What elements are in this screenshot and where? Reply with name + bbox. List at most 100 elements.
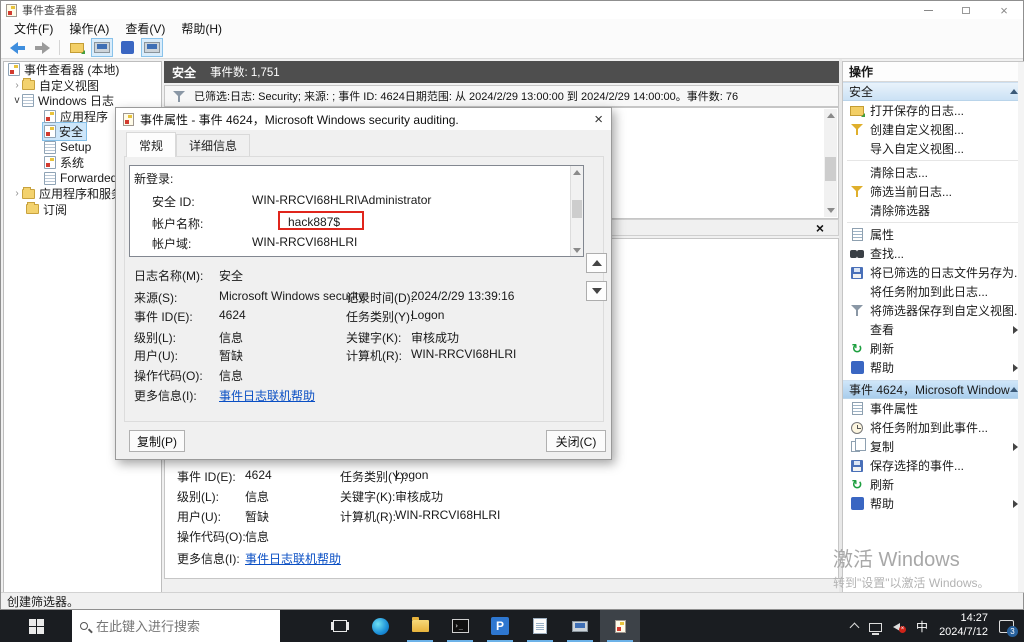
event-log-online-help-link[interactable]: 事件日志联机帮助 [219, 389, 315, 403]
edge-icon [372, 618, 389, 635]
actions-section-event-4624[interactable]: 事件 4624，Microsoft Windows se... [843, 380, 1024, 399]
action-find[interactable]: 查找... [843, 244, 1024, 263]
menu-bar: 文件(F) 操作(A) 查看(V) 帮助(H) [1, 19, 1023, 37]
action-view[interactable]: 查看 [843, 320, 1024, 339]
action-copy[interactable]: 复制 [843, 437, 1024, 456]
status-text: 创建筛选器。 [7, 593, 79, 610]
action-clear-log[interactable]: 清除日志... [843, 163, 1024, 182]
system-tool-button[interactable] [560, 610, 600, 642]
scrollbar-thumb[interactable] [825, 157, 836, 181]
next-event-button[interactable] [586, 281, 607, 301]
screen: 事件查看器 × 文件(F) 操作(A) 查看(V) 帮助(H) [0, 0, 1024, 642]
volume-muted-icon[interactable]: × [893, 621, 905, 631]
action-event-properties[interactable]: 事件属性 [843, 399, 1024, 418]
network-icon[interactable] [869, 623, 882, 632]
event-viewer-taskbar-button[interactable] [600, 610, 640, 642]
clock-task-icon [851, 422, 863, 434]
windows-logo-icon [29, 619, 44, 634]
show-console-tree-button[interactable] [91, 38, 113, 57]
action-clear-filter[interactable]: 清除筛选器 [843, 201, 1024, 220]
tree-item-custom-views[interactable]: › 自定义视图 [4, 78, 161, 94]
command-prompt-button[interactable]: ›_ [440, 610, 480, 642]
ime-indicator[interactable]: 中 [916, 618, 928, 635]
field-label: 级别(L): [177, 490, 219, 504]
minimize-button[interactable] [909, 1, 947, 19]
open-saved-log-button[interactable] [66, 38, 88, 57]
field-label: 帐户名称: [152, 215, 203, 232]
menu-file[interactable]: 文件(F) [7, 19, 60, 38]
field-label: 事件 ID(E): [177, 470, 236, 484]
action-pane-icon [144, 42, 160, 53]
forward-button[interactable] [31, 38, 53, 57]
previous-event-button[interactable] [586, 253, 607, 273]
action-import-custom-view[interactable]: 导入自定义视图... [843, 139, 1024, 158]
menu-action[interactable]: 操作(A) [62, 19, 116, 38]
help-toolbar-button[interactable] [116, 38, 138, 57]
action-open-saved-log[interactable]: 打开保存的日志... [843, 101, 1024, 120]
field-label: 安全 ID: [152, 193, 195, 210]
file-explorer-button[interactable] [400, 610, 440, 642]
field-value: WIN-RRCVI68HLRI [411, 347, 516, 361]
title-bar: 事件查看器 × [1, 1, 1023, 19]
notification-center-icon[interactable]: 3 [999, 620, 1014, 633]
arrow-up-icon [827, 113, 835, 118]
action-attach-task-to-log[interactable]: 将任务附加到此日志... [843, 282, 1024, 301]
maximize-icon [962, 7, 970, 14]
action-attach-task-to-event[interactable]: 将任务附加到此事件... [843, 418, 1024, 437]
tab-details[interactable]: 详细信息 [176, 134, 250, 157]
search-input[interactable] [96, 619, 246, 634]
action-save-filtered-log[interactable]: 将已筛选的日志文件另存为... [843, 263, 1024, 282]
log-name: 安全 [172, 64, 196, 81]
action-save-selected-events[interactable]: 保存选择的事件... [843, 456, 1024, 475]
scroll-down-button[interactable] [571, 244, 583, 256]
action-help-event[interactable]: 帮助 [843, 494, 1024, 513]
action-help[interactable]: 帮助 [843, 358, 1024, 377]
field-value: 暂缺 [219, 347, 243, 364]
action-create-custom-view[interactable]: 创建自定义视图... [843, 120, 1024, 139]
tree-item-root[interactable]: 事件查看器 (本地) [4, 62, 161, 78]
actions-scrollbar[interactable] [1018, 62, 1024, 592]
scroll-down-button[interactable] [824, 204, 837, 217]
event-list-scrollbar[interactable] [824, 109, 837, 217]
action-filter-current-log[interactable]: 筛选当前日志... [843, 182, 1024, 201]
action-save-filter-to-custom-view[interactable]: 将筛选器保存到自定义视图... [843, 301, 1024, 320]
collapse-arrow-icon[interactable]: › [12, 80, 22, 91]
help-icon [851, 361, 864, 374]
action-refresh[interactable]: ↻刷新 [843, 339, 1024, 358]
menu-help[interactable]: 帮助(H) [174, 19, 229, 38]
field-value: 信息 [245, 490, 269, 504]
description-heading: 新登录: [134, 170, 173, 187]
action-properties[interactable]: 属性 [843, 225, 1024, 244]
notepad-button[interactable] [520, 610, 560, 642]
expand-arrow-icon[interactable]: v [12, 95, 22, 106]
file-explorer-icon [412, 620, 429, 632]
back-button[interactable] [6, 38, 28, 57]
minimize-icon [924, 10, 933, 11]
scroll-up-button[interactable] [571, 166, 583, 178]
powerpoint-button[interactable]: P [480, 610, 520, 642]
tray-overflow-chevron-icon[interactable] [850, 623, 860, 633]
actions-section-security[interactable]: 安全 [843, 82, 1024, 101]
event-log-online-help-link[interactable]: 事件日志联机帮助 [245, 552, 341, 566]
edge-button[interactable] [360, 610, 400, 642]
scroll-up-button[interactable] [824, 109, 837, 122]
folder-icon [22, 189, 35, 199]
tab-general[interactable]: 常规 [126, 132, 176, 157]
dialog-close-button[interactable]: × [594, 108, 603, 130]
maximize-button[interactable] [947, 1, 985, 19]
taskbar-search[interactable] [72, 610, 280, 642]
notepad-icon [533, 618, 547, 634]
collapse-arrow-icon[interactable]: › [12, 188, 22, 199]
copy-button[interactable]: 复制(P) [129, 430, 185, 452]
description-scrollbar[interactable] [570, 166, 583, 256]
menu-view[interactable]: 查看(V) [118, 19, 172, 38]
close-button[interactable]: × [985, 1, 1023, 19]
close-dialog-button[interactable]: 关闭(C) [546, 430, 606, 452]
action-refresh-event[interactable]: ↻刷新 [843, 475, 1024, 494]
clock[interactable]: 14:27 2024/7/12 [939, 612, 988, 640]
start-button[interactable] [0, 610, 72, 642]
task-view-button[interactable] [320, 610, 360, 642]
show-action-pane-button[interactable] [141, 38, 163, 57]
close-preview-button[interactable]: × [816, 220, 824, 236]
scrollbar-thumb[interactable] [572, 200, 582, 218]
